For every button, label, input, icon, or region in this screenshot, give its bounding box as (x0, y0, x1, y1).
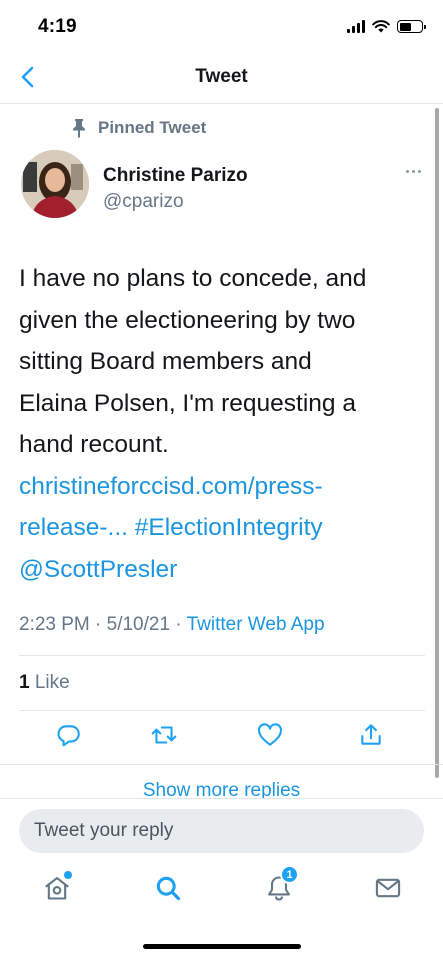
more-options-icon[interactable] (406, 170, 421, 173)
reply-bar: Tweet your reply 1 (0, 798, 443, 960)
tweet-text-line: hand recount. (19, 431, 169, 458)
heart-icon (258, 723, 282, 746)
status-time: 4:19 (38, 16, 77, 37)
tweet-text-line: Elaina Polsen, I'm requesting a (19, 389, 356, 417)
tweet-text-line: I have no plans to concede, and (19, 265, 367, 292)
author-name[interactable]: Christine Parizo (103, 165, 248, 187)
status-icons (347, 20, 426, 33)
tweet-source-link[interactable]: Twitter Web App (187, 614, 325, 635)
tweet-meta: 2:23 PM · 5/10/21 · Twitter Web App (19, 614, 325, 636)
divider (19, 710, 425, 711)
divider (0, 764, 443, 765)
divider (19, 655, 425, 656)
wifi-icon (372, 20, 390, 33)
like-button[interactable] (255, 720, 285, 750)
reply-button[interactable] (54, 720, 84, 750)
status-bar: 4:19 (0, 0, 443, 52)
pinned-indicator: Pinned Tweet (70, 118, 206, 138)
tweet-mention[interactable]: @ScottPresler (19, 549, 414, 591)
like-count-value: 1 (19, 672, 30, 693)
nav-header: Tweet (0, 52, 443, 104)
home-indicator (143, 944, 301, 949)
share-icon (361, 724, 381, 745)
retweet-icon (151, 726, 177, 744)
reply-input[interactable]: Tweet your reply (19, 809, 424, 853)
retweet-button[interactable] (149, 720, 179, 750)
likes-count[interactable]: 1 Like (19, 672, 70, 694)
messages-icon (375, 878, 401, 898)
tweet-text-line: sitting Board members and (19, 348, 312, 375)
tab-search[interactable] (151, 871, 185, 905)
like-count-label: Like (29, 672, 70, 693)
tweet-text-line: given the electioneering by two (19, 306, 356, 334)
tweet-text: I have no plans to concede, and given th… (19, 258, 414, 590)
avatar[interactable] (21, 150, 89, 218)
page-title: Tweet (195, 66, 248, 87)
scroll-indicator[interactable] (435, 108, 439, 778)
author-handle[interactable]: @cparizo (103, 191, 184, 213)
home-unread-dot (64, 871, 72, 879)
tweet-actions (0, 720, 443, 756)
notification-badge: 1 (280, 865, 299, 884)
search-icon (156, 876, 181, 901)
tab-messages[interactable] (371, 871, 405, 905)
reply-icon (57, 725, 80, 747)
tab-bar: 1 (0, 865, 443, 915)
tweet-link[interactable]: christineforccisd.com/press- (19, 466, 414, 508)
pin-icon (73, 119, 85, 138)
tweet-timestamp: 2:23 PM · 5/10/21 · (19, 614, 187, 635)
pinned-label: Pinned Tweet (98, 118, 207, 137)
battery-icon (397, 20, 426, 33)
tab-home[interactable] (40, 871, 74, 905)
tab-notifications[interactable]: 1 (262, 865, 299, 905)
signal-icon (347, 20, 365, 33)
tweet-link-hashtag[interactable]: release-... #ElectionIntegrity (19, 507, 414, 549)
share-button[interactable] (356, 720, 386, 750)
